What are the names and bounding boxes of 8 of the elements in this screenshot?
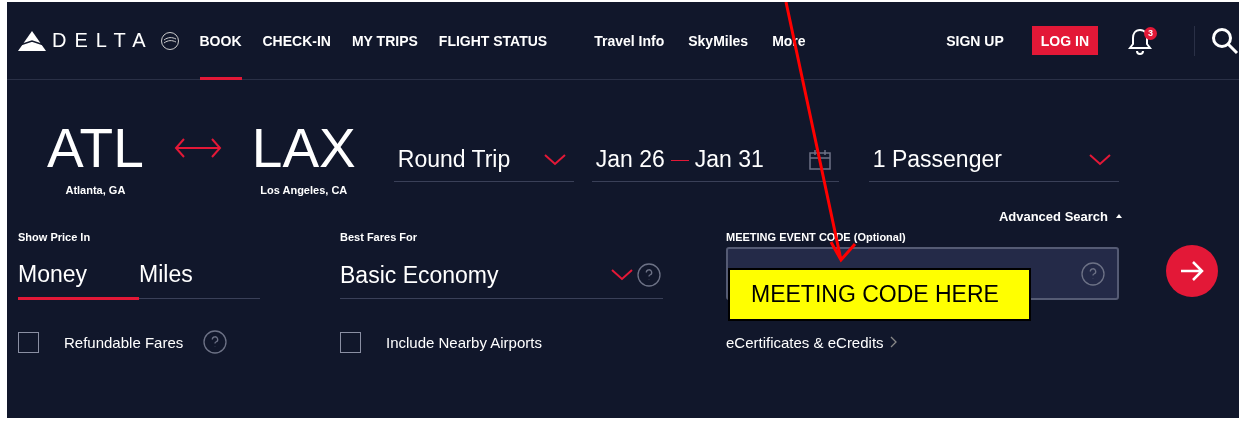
destination-city: Los Angeles, CA: [260, 184, 348, 196]
notification-badge: 3: [1144, 26, 1157, 40]
origin-city: Atlanta, GA: [65, 184, 126, 196]
checkbox-label: Refundable Fares: [64, 333, 184, 351]
field-label: Show Price In: [18, 231, 92, 245]
checkbox-label: Include Nearby Airports: [386, 333, 542, 351]
callout-tooltip: MEETING CODE HERE: [728, 268, 1031, 321]
field-label: Best Fares For: [340, 231, 419, 245]
